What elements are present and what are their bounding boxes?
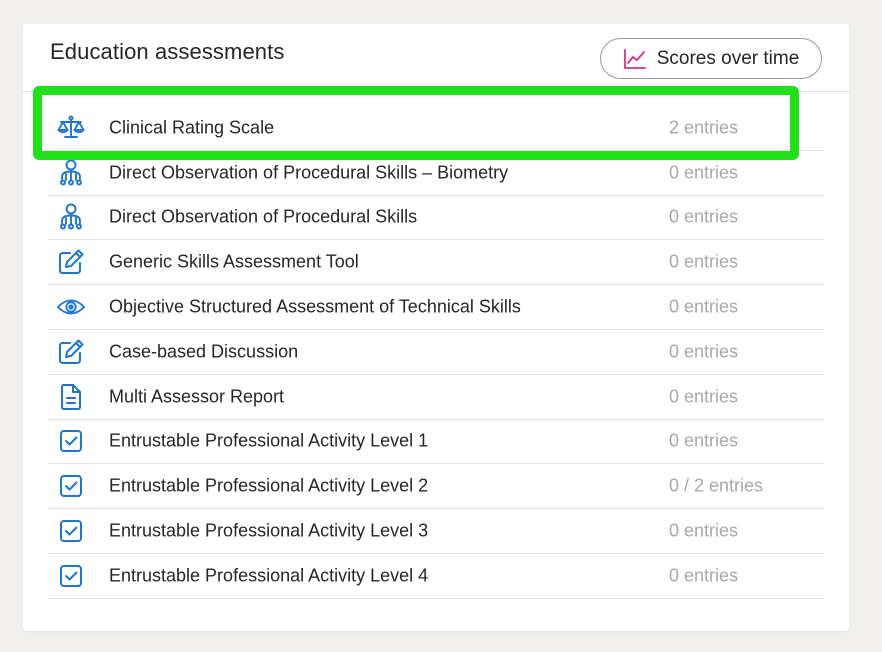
assessment-count: 0 entries — [669, 341, 739, 362]
assessment-row-clinical-rating-scale[interactable]: Clinical Rating Scale 2 entries — [48, 106, 824, 151]
checkbox-icon — [56, 471, 86, 501]
header-divider — [23, 91, 849, 92]
scale-icon — [56, 113, 86, 143]
assessment-label: Entrustable Professional Activity Level … — [109, 565, 429, 586]
assessment-count: 0 / 2 entries — [669, 475, 764, 496]
assessment-row-epa-level-1[interactable]: Entrustable Professional Activity Level … — [48, 420, 824, 465]
assessment-row-osats[interactable]: Objective Structured Assessment of Techn… — [48, 285, 824, 330]
assessment-label: Entrustable Professional Activity Level … — [109, 430, 429, 451]
assessment-count: 0 entries — [669, 162, 739, 183]
eye-icon — [56, 292, 86, 322]
assessment-row-epa-level-2[interactable]: Entrustable Professional Activity Level … — [48, 464, 824, 510]
assessment-row-case-based-discussion[interactable]: Case-based Discussion 0 entries — [48, 330, 824, 375]
assessment-count: 0 entries — [669, 386, 739, 407]
assessment-row-dops-biometry[interactable]: Direct Observation of Procedural Skills … — [48, 151, 824, 196]
assessment-label: Entrustable Professional Activity Level … — [109, 475, 429, 496]
scores-over-time-button[interactable]: Scores over time — [600, 38, 822, 79]
assessment-count: 2 entries — [669, 117, 739, 138]
person-network-icon — [56, 158, 86, 188]
assessment-count: 0 entries — [669, 296, 739, 317]
checkbox-icon — [56, 426, 86, 456]
assessment-label: Objective Structured Assessment of Techn… — [109, 296, 521, 317]
assessment-row-epa-level-3[interactable]: Entrustable Professional Activity Level … — [48, 509, 824, 554]
assessment-count: 0 entries — [669, 565, 739, 586]
assessment-count: 0 entries — [669, 206, 739, 227]
line-chart-icon — [623, 48, 647, 70]
assessment-list: Clinical Rating Scale 2 entries Direct O… — [48, 106, 824, 599]
assessment-label: Direct Observation of Procedural Skills … — [109, 162, 509, 183]
edit-icon — [56, 247, 86, 277]
document-icon — [56, 382, 86, 412]
assessment-row-epa-level-4[interactable]: Entrustable Professional Activity Level … — [48, 554, 824, 599]
assessment-count: 0 entries — [669, 430, 739, 451]
checkbox-icon — [56, 516, 86, 546]
assessment-row-multi-assessor-report[interactable]: Multi Assessor Report 0 entries — [48, 375, 824, 420]
assessment-count: 0 entries — [669, 520, 739, 541]
assessment-count: 0 entries — [669, 251, 739, 272]
assessment-label: Direct Observation of Procedural Skills — [109, 206, 418, 227]
assessment-row-generic-skills[interactable]: Generic Skills Assessment Tool 0 entries — [48, 240, 824, 286]
assessment-label: Multi Assessor Report — [109, 386, 285, 407]
assessment-row-dops[interactable]: Direct Observation of Procedural Skills … — [48, 196, 824, 241]
assessment-label: Generic Skills Assessment Tool — [109, 251, 359, 272]
edit-icon — [56, 337, 86, 367]
person-network-icon — [56, 202, 86, 232]
checkbox-icon — [56, 561, 86, 591]
card-title: Education assessments — [50, 39, 285, 64]
education-assessments-card: Education assessments Scores over time C… — [23, 24, 849, 631]
assessment-label: Entrustable Professional Activity Level … — [109, 520, 429, 541]
scores-over-time-label: Scores over time — [656, 47, 800, 69]
assessment-label: Clinical Rating Scale — [109, 117, 275, 138]
assessment-label: Case-based Discussion — [109, 341, 299, 362]
